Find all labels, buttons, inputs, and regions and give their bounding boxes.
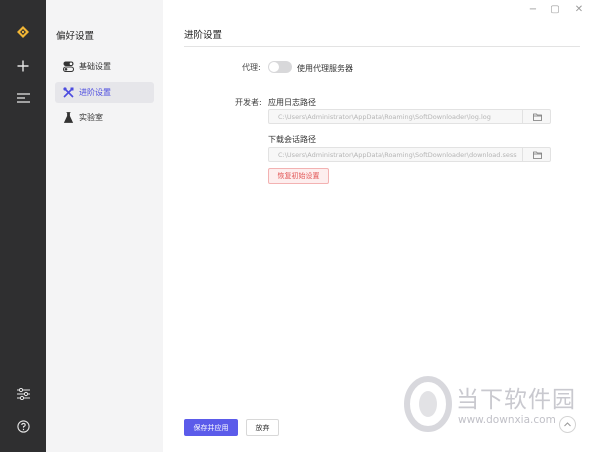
toggle-knob bbox=[269, 62, 279, 72]
discard-button[interactable]: 放弃 bbox=[246, 419, 279, 436]
flask-icon bbox=[62, 112, 74, 124]
sidebar-item-lab[interactable]: 实验室 bbox=[55, 107, 154, 128]
log-path-field[interactable]: C:\Users\Administrator\AppData\Roaming\S… bbox=[268, 109, 551, 124]
folder-icon[interactable] bbox=[523, 110, 551, 123]
toggle-icon bbox=[62, 61, 74, 73]
proxy-toggle-text: 使用代理服务器 bbox=[297, 64, 353, 73]
log-path-value: C:\Users\Administrator\AppData\Roaming\S… bbox=[278, 113, 491, 121]
maximize-button[interactable]: ▢ bbox=[544, 0, 566, 18]
tools-icon bbox=[62, 87, 74, 99]
sidebar-item-label: 实验室 bbox=[79, 113, 103, 122]
close-button[interactable]: ✕ bbox=[568, 0, 590, 18]
log-path-label: 应用日志路径 bbox=[268, 98, 316, 107]
sidebar-item-basic[interactable]: 基础设置 bbox=[55, 56, 154, 77]
sidebar-item-label: 进阶设置 bbox=[79, 88, 111, 97]
session-path-field[interactable]: C:\Users\Administrator\AppData\Roaming\S… bbox=[268, 147, 551, 162]
proxy-label: 代理: bbox=[242, 63, 261, 72]
title-divider bbox=[184, 46, 580, 47]
session-path-label: 下载会话路径 bbox=[268, 135, 316, 144]
minimize-button[interactable]: − bbox=[522, 0, 544, 18]
session-path-value: C:\Users\Administrator\AppData\Roaming\S… bbox=[278, 151, 517, 159]
help-icon[interactable] bbox=[0, 414, 46, 438]
sidebar-item-label: 基础设置 bbox=[79, 62, 111, 71]
plus-icon[interactable] bbox=[0, 54, 46, 78]
menu-icon[interactable] bbox=[0, 86, 46, 110]
developer-label: 开发者: bbox=[235, 98, 262, 107]
sidebar-title: 偏好设置 bbox=[56, 31, 95, 42]
app-rail bbox=[0, 0, 46, 452]
logo-icon[interactable] bbox=[0, 20, 46, 44]
watermark-logo-icon bbox=[404, 376, 452, 432]
proxy-toggle[interactable] bbox=[268, 61, 292, 73]
scroll-top-icon[interactable] bbox=[559, 416, 576, 433]
folder-icon[interactable] bbox=[523, 148, 551, 161]
reset-defaults-button[interactable]: 恢复初始设置 bbox=[268, 168, 329, 184]
watermark-url: www.downxia.com bbox=[458, 414, 556, 426]
settings-sidebar: 偏好设置 基础设置 进阶设置 实验室 bbox=[46, 0, 163, 452]
watermark-brand: 当下软件园 bbox=[456, 387, 576, 413]
sidebar-item-advanced[interactable]: 进阶设置 bbox=[55, 82, 154, 103]
save-apply-button[interactable]: 保存并应用 bbox=[184, 419, 238, 436]
page-title: 进阶设置 bbox=[184, 30, 223, 41]
sliders-icon[interactable] bbox=[0, 382, 46, 406]
